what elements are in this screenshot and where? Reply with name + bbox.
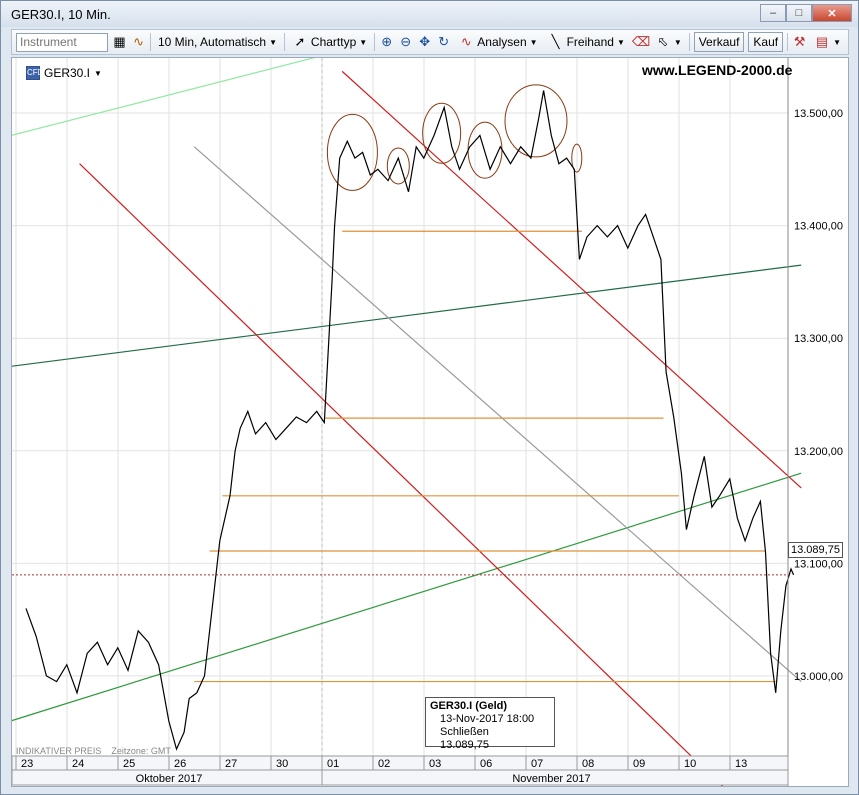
toolbar-separator [787, 33, 789, 51]
maximize-button[interactable]: □ [786, 4, 812, 22]
x-tick-label: 25 [123, 758, 135, 770]
lower-green-trendline [12, 472, 802, 722]
x-tick-label: 01 [327, 758, 339, 770]
price-series [25, 90, 795, 751]
export-chart-icon: ▤ [815, 34, 829, 49]
infobox-date: 13-Nov-2017 18:00 [440, 713, 535, 725]
mid-dark-green-trendline [12, 264, 802, 367]
x-tick-label: 27 [225, 758, 237, 770]
instrument-list-icon[interactable]: ▦ [112, 34, 127, 50]
refresh-icon[interactable]: ↻ [436, 34, 451, 50]
chart-toolbar: ▦ ∿ 10 Min, Automatisch ▼ ➚ Charttyp ▼ ⊕… [11, 29, 849, 55]
instrument-input[interactable] [16, 32, 108, 52]
export-dropdown[interactable]: ▤ ▼ [811, 32, 844, 52]
zoom-out-icon[interactable]: ⊖ [398, 34, 413, 50]
price-infobox: GER30.I (Geld) 13-Nov-2017 18:00 Schließ… [425, 697, 555, 751]
window-controls: – □ ✕ [760, 4, 852, 22]
top-marker-ellipse [504, 84, 568, 158]
x-tick-label: 08 [582, 758, 594, 770]
top-marker-ellipse [386, 147, 410, 185]
x-tick-label: 23 [21, 758, 33, 770]
infobox-close-row: Schließen 13.089,75 [430, 726, 550, 752]
y-tick-label: 13.400,00 [794, 221, 843, 233]
freihand-dropdown[interactable]: ╲ Freihand ▼ [545, 32, 628, 52]
trendline-icon: ╲ [551, 34, 560, 49]
cursor-icon: ⬁ [657, 34, 669, 49]
x-tick-label: 26 [174, 758, 186, 770]
kauf-button[interactable]: Kauf [748, 32, 784, 52]
chart-footer: INDIKATIVER PREIS Zeitzone: GMT [16, 746, 171, 756]
pan-icon[interactable]: ✥ [417, 34, 432, 50]
trendlines [12, 58, 802, 786]
x-tick-label: 02 [378, 758, 390, 770]
cursor-dropdown[interactable]: ⬁ ▼ [652, 32, 685, 52]
freihand-label: Freihand [566, 35, 614, 49]
verkauf-button[interactable]: Verkauf [693, 32, 745, 52]
chevron-down-icon: ▼ [616, 37, 625, 47]
month-label: Oktober 2017 [136, 773, 203, 785]
toolbar-separator [283, 33, 285, 51]
compare-icon[interactable]: ∿ [131, 34, 146, 50]
grey-trendline [193, 146, 802, 683]
top-marker-ellipse [467, 121, 503, 179]
interval-label: 10 Min, Automatisch [158, 35, 267, 49]
upper-red-trendline [341, 70, 802, 489]
x-tick-label: 07 [531, 758, 543, 770]
x-tick-label: 06 [480, 758, 492, 770]
x-tick-label: 30 [276, 758, 288, 770]
x-tick-label: 24 [72, 758, 84, 770]
current-price-tag: 13.089,75 [788, 542, 843, 558]
symbol-label: GER30.I [44, 66, 91, 80]
eraser-icon[interactable]: ⌫ [632, 34, 650, 50]
infobox-close-value: 13.089,75 [440, 739, 489, 751]
axes: 13.000,00 13.100,00 13.200,00 13.300,00 13.4… [12, 58, 843, 786]
toolbar-separator [374, 33, 376, 51]
chevron-down-icon: ▼ [833, 37, 841, 47]
chart-window: GER30.I, 10 Min. – □ ✕ ▦ ∿ 10 Min, Autom… [0, 0, 859, 795]
minimize-button[interactable]: – [760, 4, 786, 22]
indicative-price-label: INDIKATIVER PREIS [16, 746, 102, 756]
infobox-title: GER30.I (Geld) [430, 700, 508, 712]
toolbar-separator [688, 33, 690, 51]
annotation-ellipses [326, 84, 583, 191]
y-tick-label: 13.300,00 [794, 333, 843, 345]
chevron-down-icon: ▼ [359, 37, 368, 47]
chevron-down-icon: ▼ [529, 37, 538, 47]
close-button[interactable]: ✕ [812, 4, 852, 22]
analysen-dropdown[interactable]: ∿ Analysen ▼ [455, 32, 540, 52]
month-axis-band [12, 769, 789, 786]
chevron-down-icon: ▼ [94, 68, 102, 78]
analysen-label: Analysen [477, 35, 527, 49]
month-label: November 2017 [512, 773, 590, 785]
zoom-in-icon[interactable]: ⊕ [379, 34, 394, 50]
symbol-selector[interactable]: CFD GER30.I ▼ [26, 66, 102, 80]
y-tick-label: 13.200,00 [794, 446, 843, 458]
chart-area[interactable]: 13.000,00 13.100,00 13.200,00 13.300,00 13.4… [11, 57, 849, 787]
interval-dropdown[interactable]: 10 Min, Automatisch ▼ [155, 32, 280, 52]
horizontal-levels [12, 230, 788, 683]
title-bar: GER30.I, 10 Min. – □ ✕ [1, 1, 858, 27]
infobox-close-label: Schließen [440, 726, 489, 738]
watermark-text: www.LEGEND-2000.de [642, 62, 793, 78]
indicator-icon: ∿ [460, 34, 472, 49]
x-tick-label: 10 [684, 758, 696, 770]
chevron-down-icon: ▼ [673, 37, 682, 47]
charttype-dropdown[interactable]: ➚ Charttyp ▼ [289, 32, 370, 52]
price-chart[interactable]: 13.000,00 13.100,00 13.200,00 13.300,00 13.4… [12, 58, 848, 786]
x-tick-label: 03 [429, 758, 441, 770]
chart-settings-icon[interactable]: ⚒ [792, 34, 807, 50]
charttype-label: Charttyp [310, 35, 357, 49]
line-chart-icon: ➚ [294, 34, 306, 49]
timezone-label: Zeitzone: GMT [111, 746, 171, 756]
y-tick-label: 13.500,00 [794, 108, 843, 120]
x-tick-label: 13 [735, 758, 747, 770]
y-tick-label: 13.000,00 [794, 671, 843, 683]
toolbar-separator [150, 33, 151, 51]
chevron-down-icon: ▼ [269, 37, 277, 47]
window-title: GER30.I, 10 Min. [11, 6, 111, 22]
y-tick-label: 13.100,00 [794, 558, 843, 570]
x-tick-label: 09 [633, 758, 645, 770]
cfd-icon: CFD [26, 66, 43, 80]
price-line [25, 90, 795, 751]
